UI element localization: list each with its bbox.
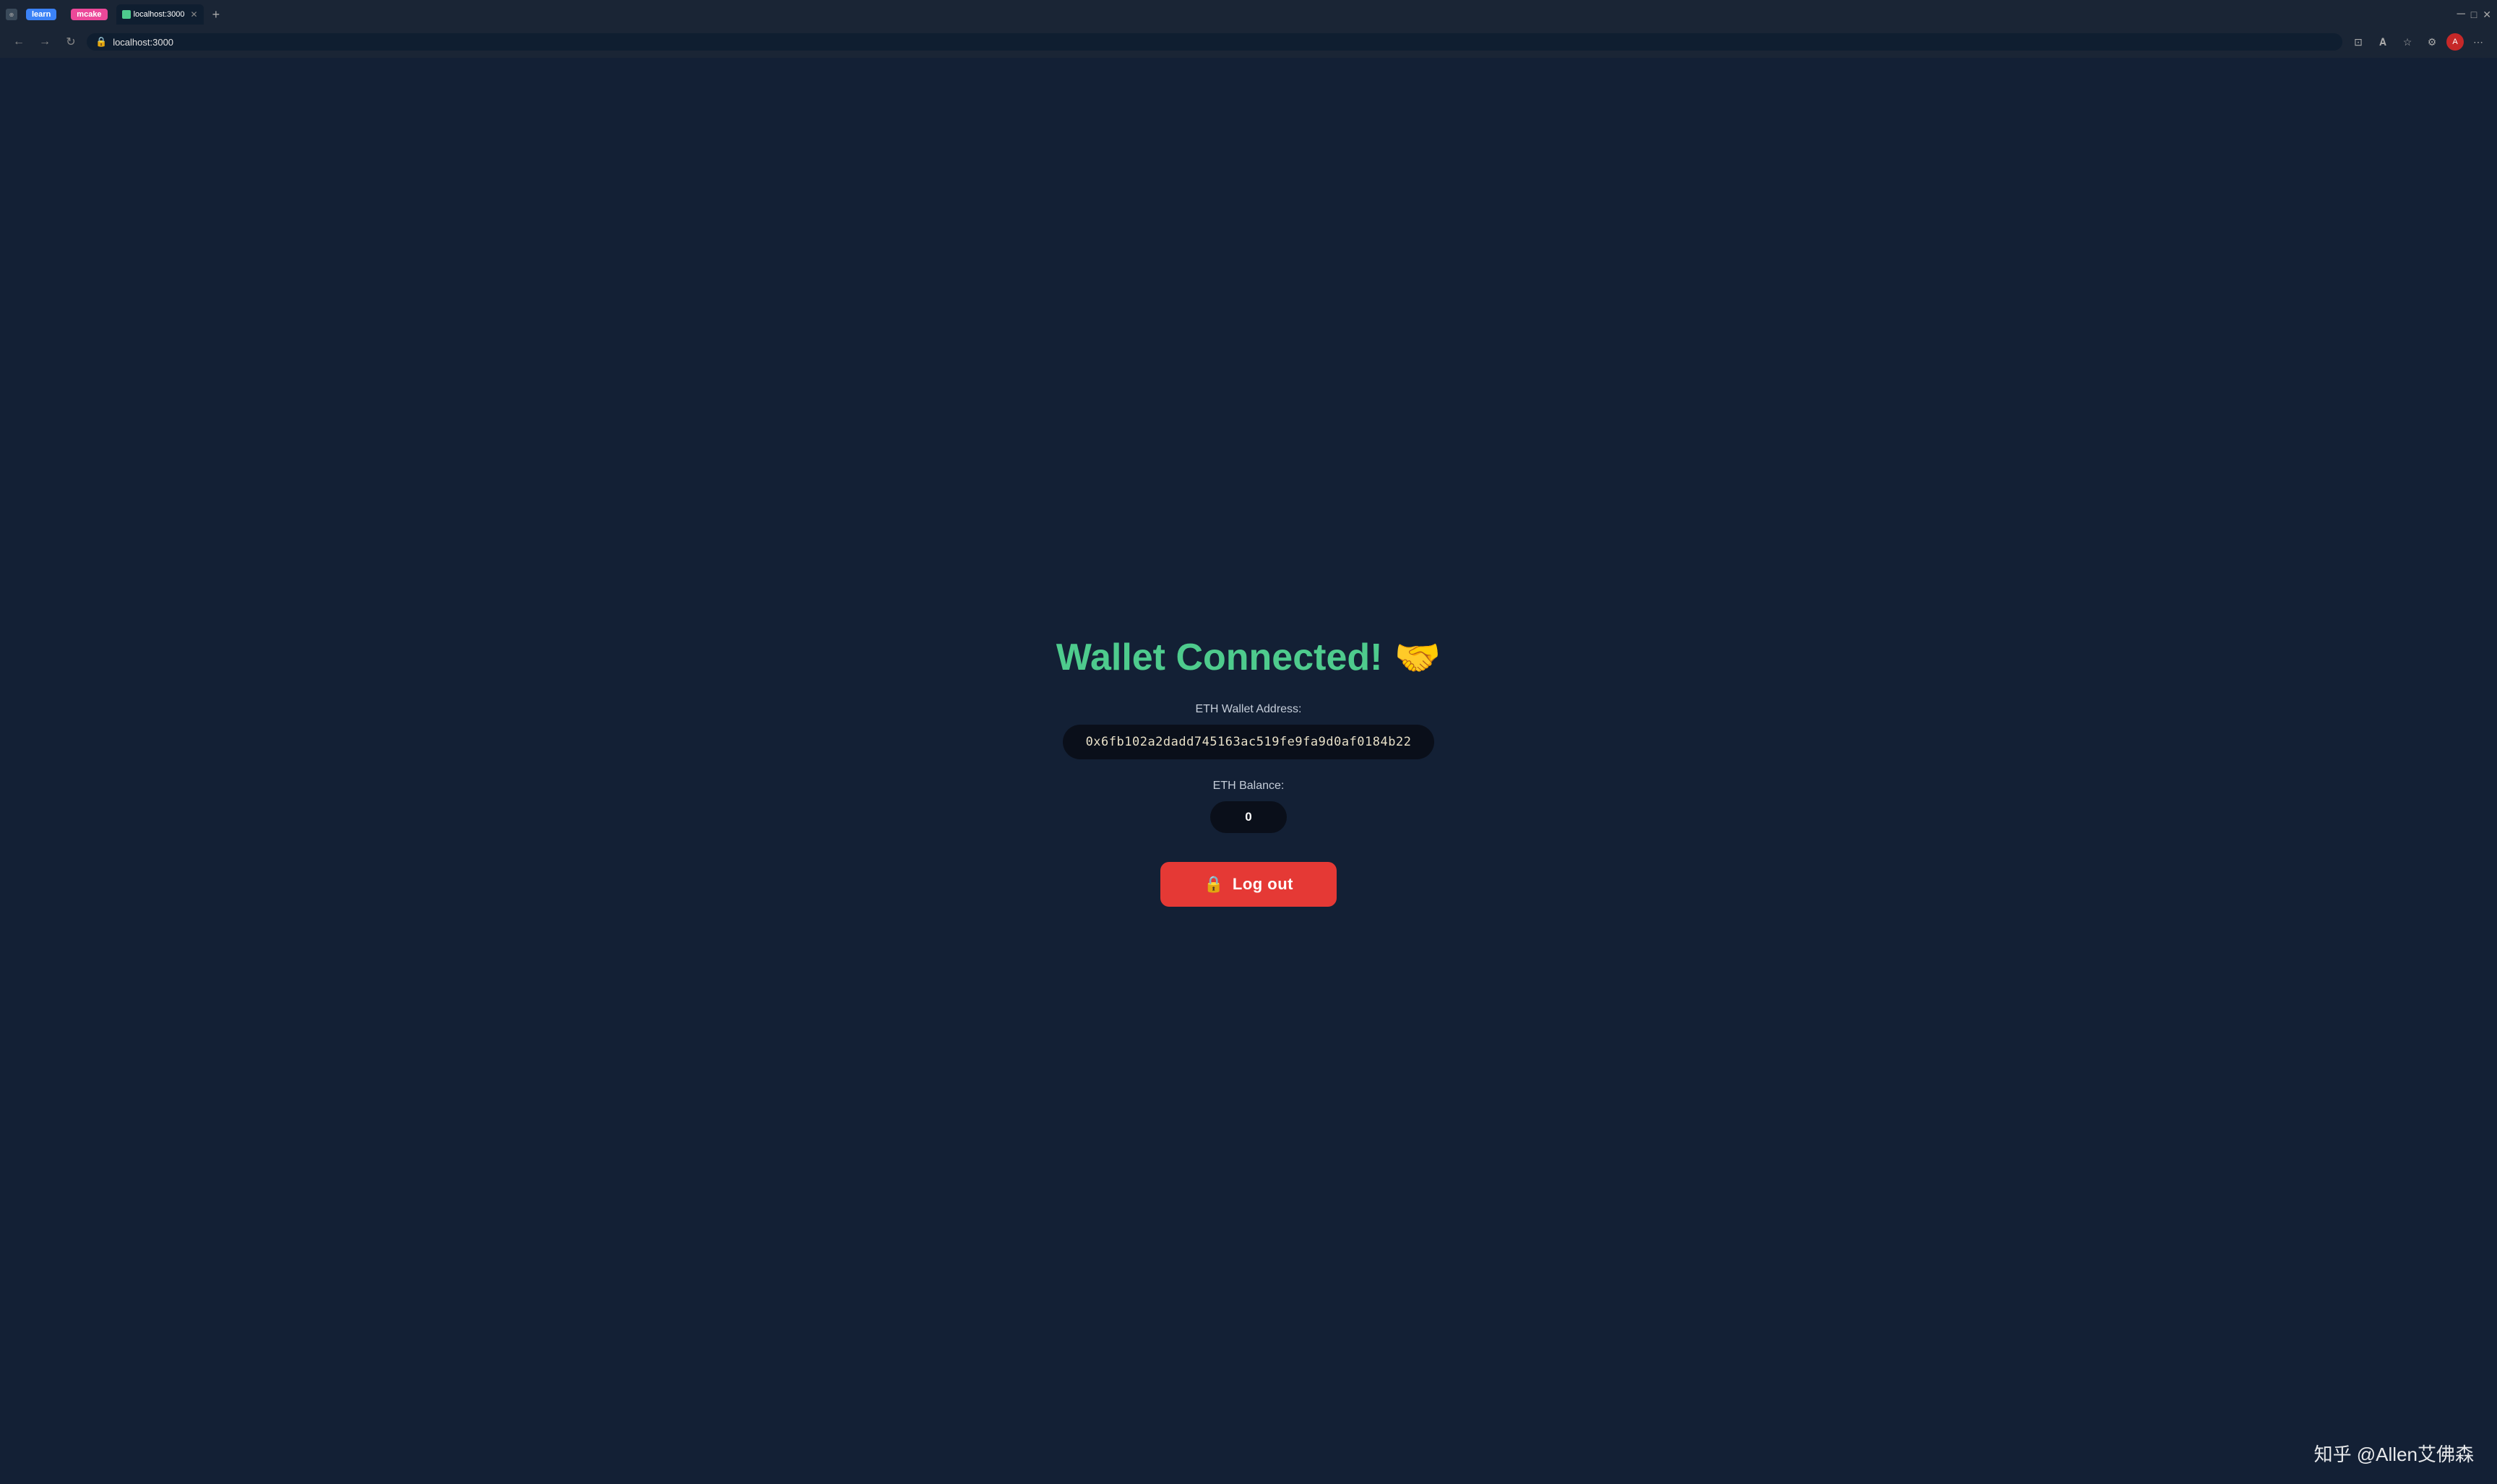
eth-address-label: ETH Wallet Address: — [1195, 703, 1301, 716]
close-tab-icon[interactable]: ✕ — [191, 9, 198, 20]
extensions-icon[interactable]: ⚙ — [2422, 32, 2442, 52]
eth-balance-display: 0 — [1210, 801, 1286, 833]
logout-label: Log out — [1233, 875, 1293, 894]
new-tab-button[interactable]: + — [207, 4, 226, 25]
wallet-connected-text: Wallet Connected! — [1056, 636, 1383, 679]
tab-mcake[interactable]: mcake — [65, 4, 113, 25]
tab-learn-label: learn — [26, 9, 56, 20]
eth-balance-label: ETH Balance: — [1213, 780, 1285, 793]
menu-button[interactable]: ⋯ — [2468, 32, 2488, 52]
maximize-button[interactable]: □ — [2471, 9, 2477, 20]
wallet-connected-title: Wallet Connected! 🤝 — [1056, 636, 1441, 680]
watermark: 知乎 @Allen艾佛森 — [2314, 1440, 2474, 1467]
main-content: Wallet Connected! 🤝 ETH Wallet Address: … — [0, 58, 2497, 1484]
profile-icon[interactable]: A — [2446, 33, 2464, 51]
lock-icon: 🔒 — [95, 36, 107, 48]
logout-lock-emoji: 🔒 — [1204, 875, 1224, 894]
url-input[interactable] — [113, 37, 2334, 48]
forward-button[interactable]: → — [35, 32, 55, 52]
tab-learn[interactable]: learn — [20, 4, 62, 25]
close-window-button[interactable]: ✕ — [2483, 9, 2491, 21]
font-size-icon[interactable]: 𝐀 — [2373, 32, 2393, 52]
toolbar: ← → ↻ 🔒 ⊡ 𝐀 ☆ ⚙ A ⋯ — [0, 26, 2497, 58]
new-tab-favicon: ⊕ — [6, 9, 17, 20]
back-button[interactable]: ← — [9, 32, 29, 52]
tab-active[interactable]: localhost:3000 ✕ — [116, 4, 204, 25]
eth-address-display: 0x6fb102a2dadd745163ac519fe9fa9d0af0184b… — [1063, 725, 1435, 759]
logout-button[interactable]: 🔒 Log out — [1160, 862, 1337, 907]
browser-chrome: ⊕ learn mcake localhost:3000 ✕ + ─ □ ✕ ←… — [0, 0, 2497, 58]
cast-icon[interactable]: ⊡ — [2348, 32, 2368, 52]
handshake-emoji: 🤝 — [1394, 636, 1441, 680]
tab-mcake-label: mcake — [71, 9, 107, 20]
window-controls: ─ □ ✕ — [2457, 8, 2491, 21]
bookmark-icon[interactable]: ☆ — [2397, 32, 2418, 52]
toolbar-icons: ⊡ 𝐀 ☆ ⚙ A ⋯ — [2348, 32, 2488, 52]
address-bar: 🔒 — [87, 33, 2342, 51]
tab-bar: ⊕ learn mcake localhost:3000 ✕ + ─ □ ✕ — [0, 0, 2497, 26]
minimize-button[interactable]: ─ — [2457, 8, 2464, 21]
active-tab-label: localhost:3000 — [134, 10, 185, 19]
active-tab-favicon — [122, 10, 131, 19]
refresh-button[interactable]: ↻ — [61, 32, 81, 52]
